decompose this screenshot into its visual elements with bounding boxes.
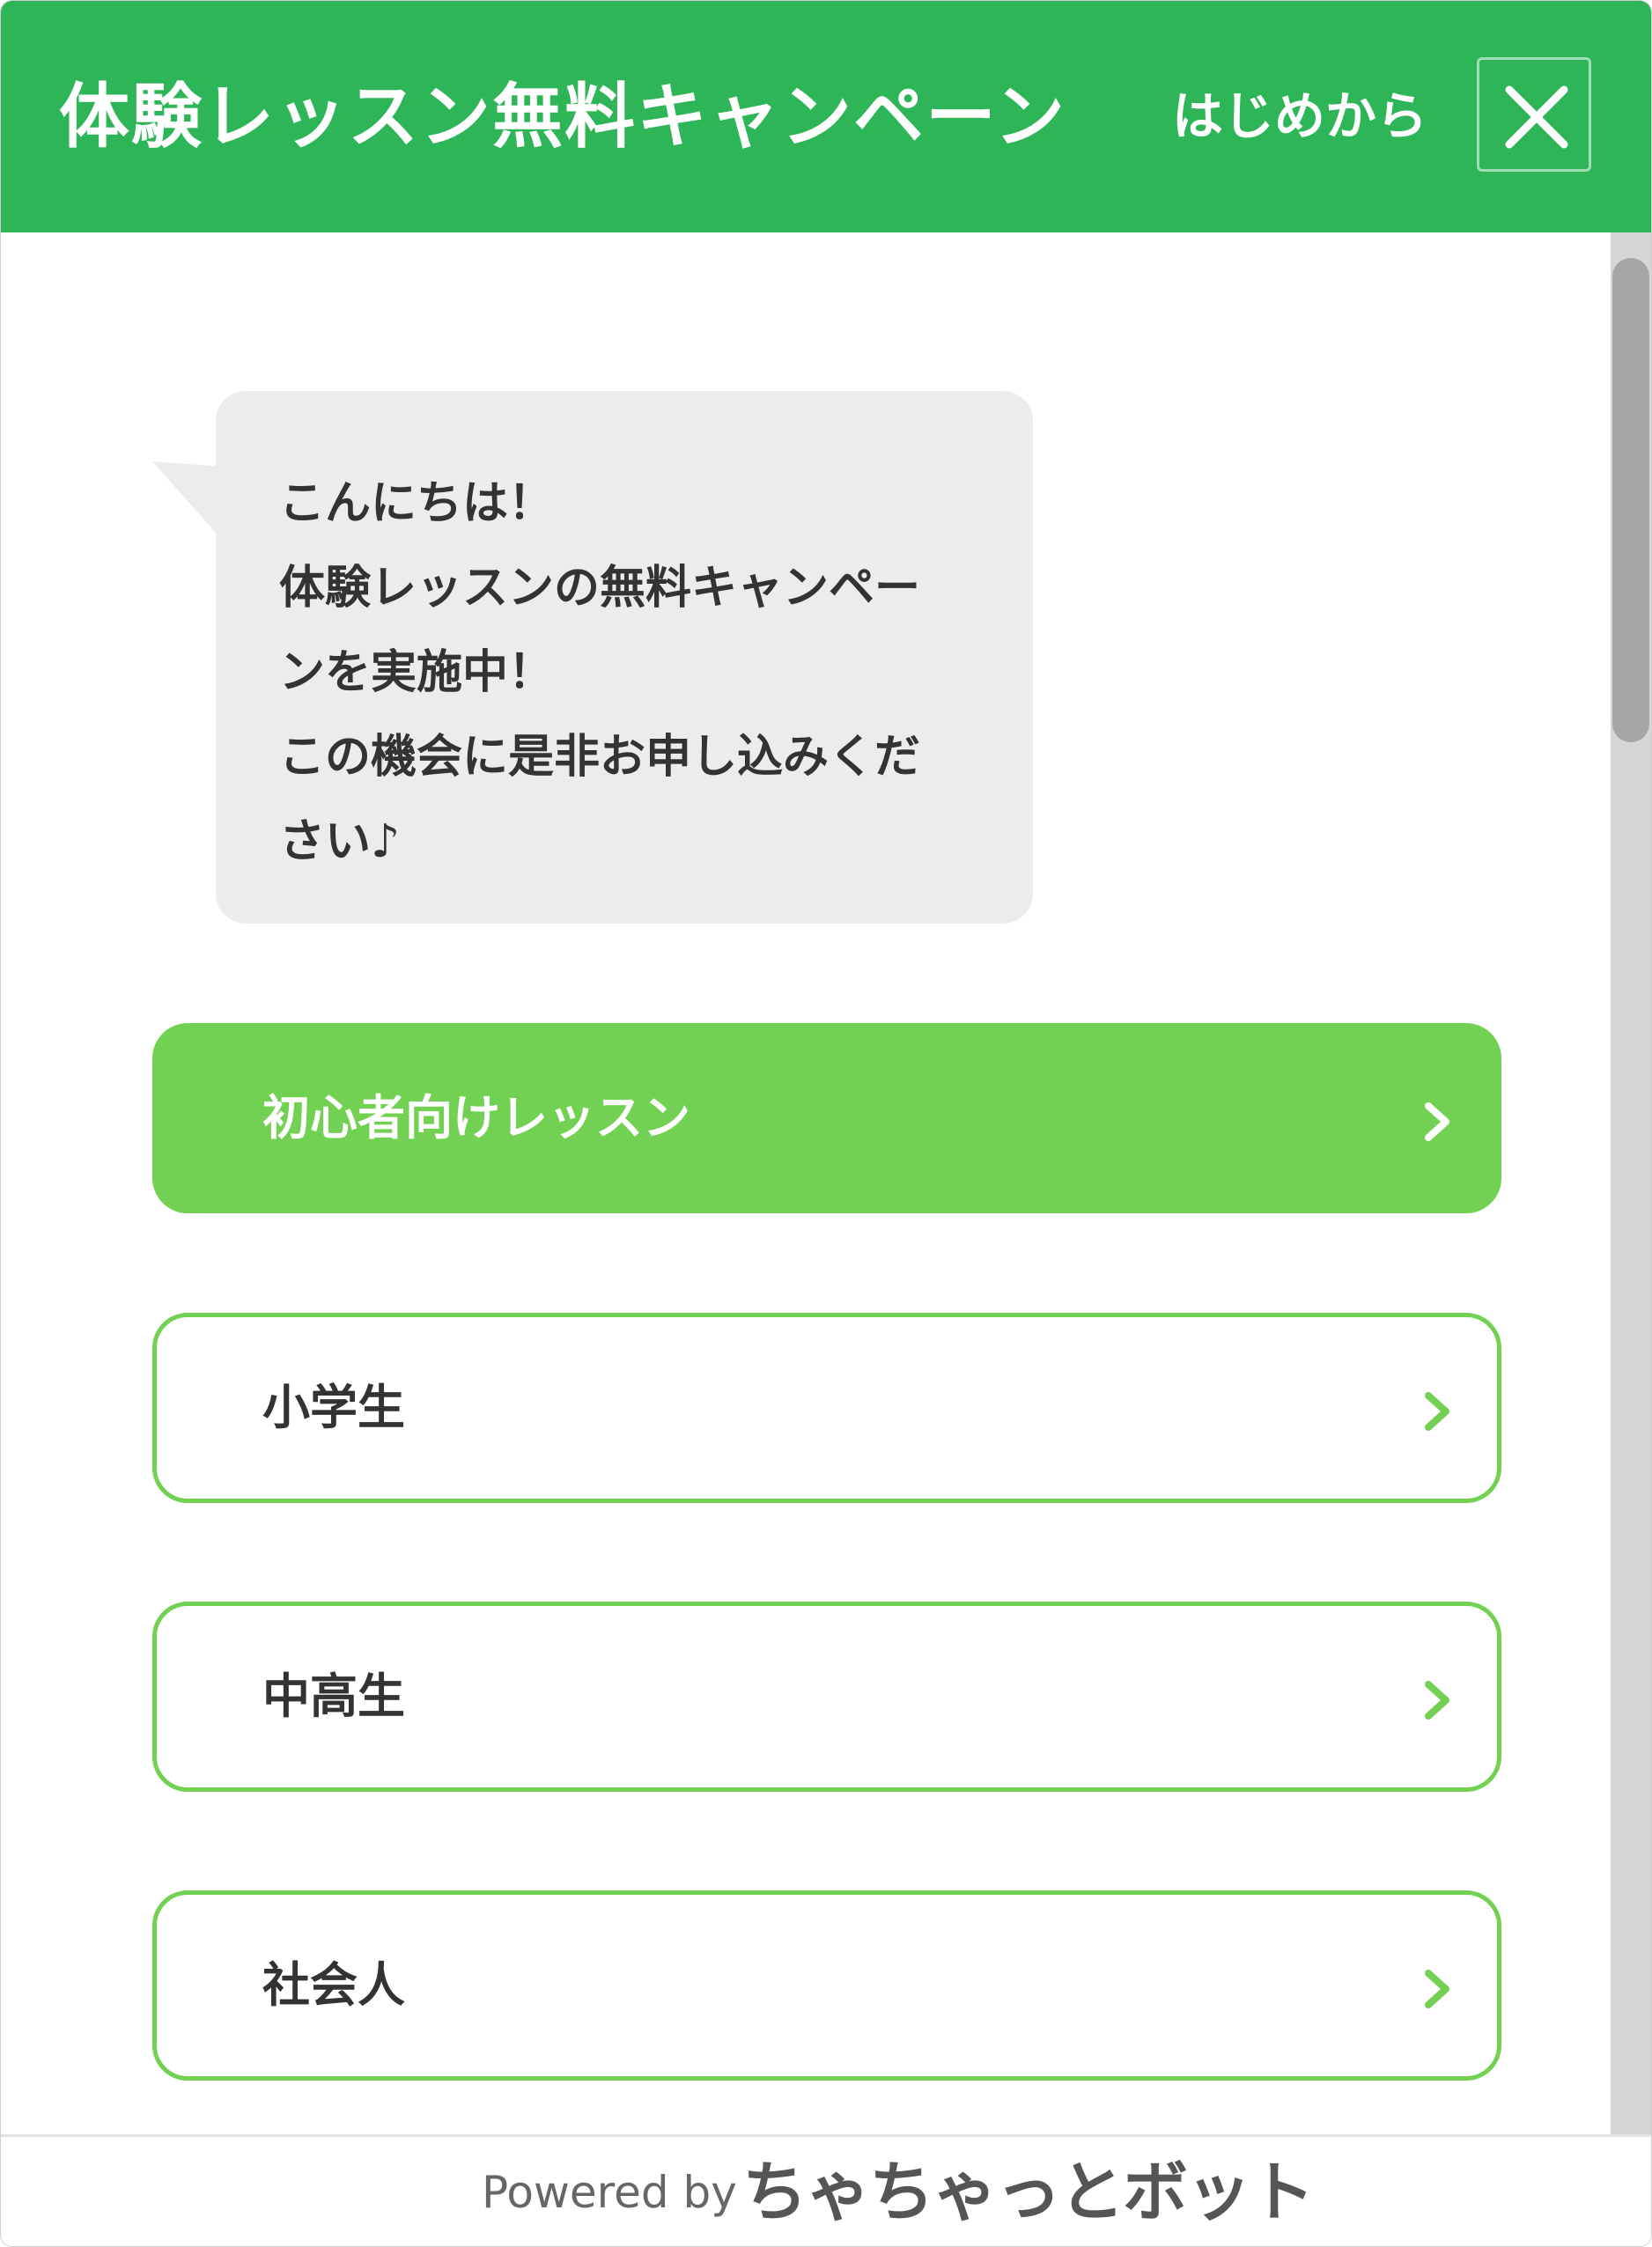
choice-label: 初心者向けレッスン <box>262 1090 690 1146</box>
message-line: 体験レッスンの無料キャンペー <box>279 562 921 615</box>
choice-beginner-lesson[interactable]: 初心者向けレッスン <box>152 1023 1501 1213</box>
choice-label: 社会人 <box>262 1957 405 2013</box>
footer: Powered by ちゃちゃっとボット <box>1 2134 1651 2246</box>
bot-message-bubble: こんにちは！ 体験レッスンの無料キャンペー ンを実施中！ この機会に是非お申し込… <box>216 391 1033 924</box>
chevron-right-icon <box>1425 1681 1449 1720</box>
message-line: さい♪ <box>279 815 401 868</box>
chevron-right-icon <box>1425 1970 1449 2008</box>
scrollbar-thumb[interactable] <box>1612 258 1649 742</box>
choice-middle-high[interactable]: 中高生 <box>152 1602 1501 1792</box>
powered-by-text: Powered by <box>482 2167 737 2218</box>
restart-button[interactable]: はじめから <box>1172 1 1427 232</box>
chevron-right-icon <box>1425 1102 1449 1141</box>
choice-label: 小学生 <box>262 1380 405 1435</box>
message-line: この機会に是非お申し込みくだ <box>279 731 921 784</box>
chat-header: 体験レッスン無料キャンペーン はじめから <box>1 1 1651 232</box>
chat-widget: 体験レッスン無料キャンペーン はじめから こんにちは！ 体験レッスンの無料キャン… <box>0 0 1652 2247</box>
bubble-tail <box>152 461 223 541</box>
choice-elementary[interactable]: 小学生 <box>152 1313 1501 1503</box>
message-line: ンを実施中！ <box>279 646 555 699</box>
choice-adult[interactable]: 社会人 <box>152 1890 1501 2081</box>
chevron-right-icon <box>1425 1392 1449 1431</box>
close-button[interactable] <box>1477 57 1591 172</box>
message-line: こんにちは！ <box>279 477 555 530</box>
close-icon <box>1505 85 1568 149</box>
choice-label: 中高生 <box>262 1669 405 1724</box>
chat-title: 体験レッスン無料キャンペーン <box>59 76 1066 158</box>
brand-logo[interactable]: ちゃちゃっとボット <box>742 2137 1315 2246</box>
